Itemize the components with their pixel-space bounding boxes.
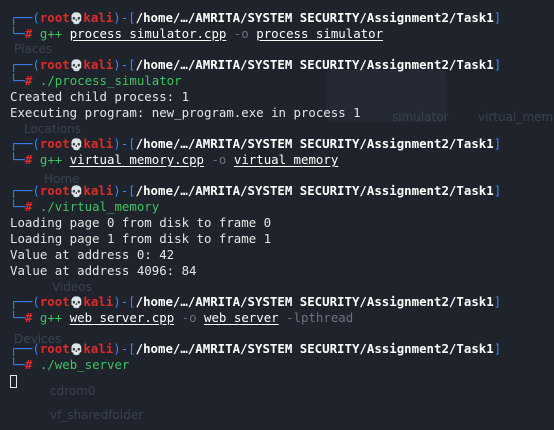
output-line: Created child process: 1 <box>10 89 190 104</box>
prompt-cwd: /home/…/AMRITA/SYSTEM SECURITY/Assignmen… <box>135 183 494 198</box>
skull-icon: 💀 <box>69 59 84 72</box>
prompt-cwd: /home/…/AMRITA/SYSTEM SECURITY/Assignmen… <box>135 294 494 309</box>
prompt-frame-mid: )-[ <box>113 294 136 309</box>
skull-icon: 💀 <box>69 138 84 151</box>
prompt-user: root <box>39 10 70 25</box>
prompt-host: kali <box>83 183 114 198</box>
prompt-frame-end: ] <box>493 183 502 198</box>
command-bin: g++ <box>39 310 63 325</box>
command-argument: process_simulator.cpp <box>69 26 227 41</box>
command-argument: web_server <box>204 310 279 325</box>
prompt-user: root <box>39 57 70 72</box>
prompt-frame-top: ┌──( <box>10 341 40 356</box>
prompt-frame-top: ┌──( <box>10 183 40 198</box>
prompt-header-line: ┌──(root💀kali)-[/home/…/AMRITA/SYSTEM SE… <box>10 10 554 26</box>
prompt-frame-end: ] <box>493 341 502 356</box>
command-argument: web_server.cpp <box>69 310 175 325</box>
prompt-frame-top: ┌──( <box>10 10 40 25</box>
prompt-frame-bottom: └─ <box>10 199 25 214</box>
prompt-hash: # <box>24 357 33 372</box>
prompt-cwd: /home/…/AMRITA/SYSTEM SECURITY/Assignmen… <box>135 136 494 151</box>
command-argument: process_simulator <box>256 26 384 41</box>
command-bin: ./virtual_memory <box>39 199 160 214</box>
prompt-cwd: /home/…/AMRITA/SYSTEM SECURITY/Assignmen… <box>135 57 494 72</box>
prompt-hash: # <box>24 26 33 41</box>
prompt-host: kali <box>83 57 114 72</box>
prompt-frame-mid: )-[ <box>113 341 136 356</box>
prompt-header-line: ┌──(root💀kali)-[/home/…/AMRITA/SYSTEM SE… <box>10 294 554 310</box>
prompt-hash: # <box>24 152 33 167</box>
skull-icon: 💀 <box>69 296 84 309</box>
prompt-cwd: /home/…/AMRITA/SYSTEM SECURITY/Assignmen… <box>135 10 494 25</box>
prompt-frame-end: ] <box>493 57 502 72</box>
prompt-frame-bottom: └─ <box>10 26 25 41</box>
prompt-hash: # <box>24 199 33 214</box>
command-bin: ./process_simulator <box>39 73 182 88</box>
command-flag: -lpthread <box>286 310 354 325</box>
prompt-user: root <box>39 136 70 151</box>
output-line: Loading page 0 from disk to frame 0 <box>10 215 272 230</box>
command-flag: -o <box>211 152 227 167</box>
prompt-frame-bottom: └─ <box>10 310 25 325</box>
prompt-host: kali <box>83 294 114 309</box>
prompt-header-line: ┌──(root💀kali)-[/home/…/AMRITA/SYSTEM SE… <box>10 136 554 152</box>
command-bin: g++ <box>39 26 63 41</box>
command-argument: virtual_memory <box>233 152 339 167</box>
command-line: └─# ./web_server <box>10 357 554 373</box>
terminal-window[interactable]: Places Locations Home Videos Devices cdr… <box>0 0 554 430</box>
prompt-frame-bottom: └─ <box>10 357 25 372</box>
prompt-frame-end: ] <box>493 10 502 25</box>
command-line: └─# g++ virtual_memory.cpp -o virtual_me… <box>10 152 554 168</box>
prompt-frame-bottom: └─ <box>10 73 25 88</box>
prompt-hash: # <box>24 73 33 88</box>
prompt-host: kali <box>83 341 114 356</box>
prompt-frame-top: ┌──( <box>10 136 40 151</box>
prompt-user: root <box>39 294 70 309</box>
prompt-cwd: /home/…/AMRITA/SYSTEM SECURITY/Assignmen… <box>135 341 494 356</box>
command-bin: ./web_server <box>39 357 130 372</box>
prompt-header-line: ┌──(root💀kali)-[/home/…/AMRITA/SYSTEM SE… <box>10 57 554 73</box>
prompt-user: root <box>39 341 70 356</box>
command-argument: virtual_memory.cpp <box>69 152 204 167</box>
prompt-frame-end: ] <box>493 294 502 309</box>
command-bin: g++ <box>39 152 63 167</box>
skull-icon: 💀 <box>69 185 84 198</box>
command-line: └─# g++ process_simulator.cpp -o process… <box>10 26 554 42</box>
prompt-frame-top: ┌──( <box>10 294 40 309</box>
prompt-header-line: ┌──(root💀kali)-[/home/…/AMRITA/SYSTEM SE… <box>10 341 554 357</box>
prompt-host: kali <box>83 10 114 25</box>
prompt-frame-mid: )-[ <box>113 183 136 198</box>
terminal-output: ┌──(root💀kali)-[/home/…/AMRITA/SYSTEM SE… <box>10 10 554 389</box>
output-line: Value at address 4096: 84 <box>10 263 197 278</box>
prompt-header-line: ┌──(root💀kali)-[/home/…/AMRITA/SYSTEM SE… <box>10 183 554 199</box>
output-line: Value at address 0: 42 <box>10 247 175 262</box>
skull-icon: 💀 <box>69 343 84 356</box>
command-flag: -o <box>233 26 249 41</box>
command-line: └─# ./process_simulator <box>10 73 554 89</box>
prompt-user: root <box>39 183 70 198</box>
prompt-frame-mid: )-[ <box>113 136 136 151</box>
prompt-frame-mid: )-[ <box>113 10 136 25</box>
command-line: └─# g++ web_server.cpp -o web_server -lp… <box>10 310 554 326</box>
command-line: └─# ./virtual_memory <box>10 199 554 215</box>
ghost-shared-label: vf_sharedfolder <box>50 408 144 422</box>
output-line: Executing program: new_program.exe in pr… <box>10 105 361 120</box>
skull-icon: 💀 <box>69 12 84 25</box>
prompt-frame-top: ┌──( <box>10 57 40 72</box>
prompt-hash: # <box>24 310 33 325</box>
prompt-frame-end: ] <box>493 136 502 151</box>
text-cursor[interactable] <box>10 375 17 388</box>
output-line: Loading page 1 from disk to frame 1 <box>10 231 272 246</box>
prompt-frame-bottom: └─ <box>10 152 25 167</box>
prompt-host: kali <box>83 136 114 151</box>
prompt-frame-mid: )-[ <box>113 57 136 72</box>
cursor-line <box>10 373 554 389</box>
command-flag: -o <box>181 310 197 325</box>
